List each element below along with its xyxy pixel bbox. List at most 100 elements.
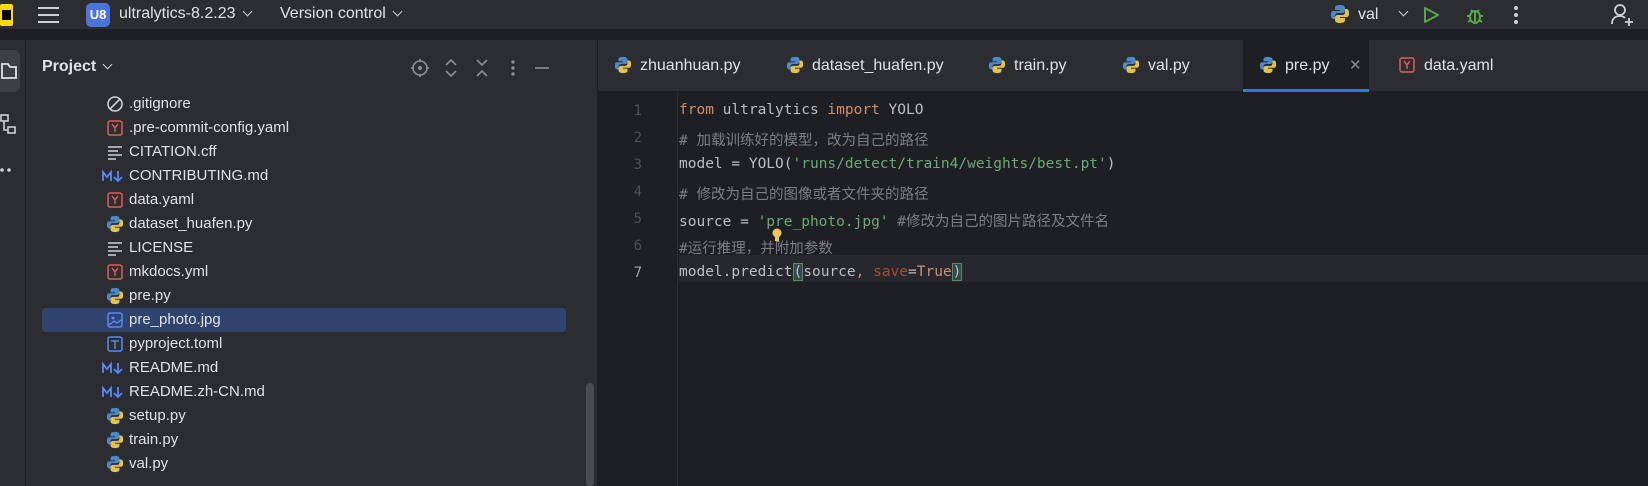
image-file-icon <box>107 312 123 328</box>
code-line-7: model.predict(source, save=True) <box>679 263 963 281</box>
chevron-down-icon <box>242 6 252 17</box>
python-file-icon <box>106 287 124 305</box>
tab-data-yaml[interactable]: data.yaml <box>1382 40 1512 92</box>
locate-file-icon[interactable] <box>410 58 430 78</box>
hide-panel-icon[interactable] <box>534 58 550 78</box>
line-number: 6 <box>633 238 642 254</box>
tab-val[interactable]: val.py <box>1106 40 1216 92</box>
tree-item-readme-zh[interactable]: README.zh-CN.md <box>42 380 566 404</box>
tree-item-label: CONTRIBUTING.md <box>129 167 269 184</box>
more-tools-icon[interactable] <box>0 162 20 176</box>
tree-item-train[interactable]: train.py <box>42 428 566 452</box>
tab-train[interactable]: train.py <box>972 40 1092 92</box>
yaml-file-icon <box>107 192 123 208</box>
tree-item-label: README.md <box>129 359 219 376</box>
tree-item-label: pre_photo.jpg <box>129 311 221 328</box>
code-line-3: model = YOLO('runs/detect/train4/weights… <box>679 156 1116 172</box>
intention-bulb-icon[interactable] <box>772 228 782 242</box>
structure-icon[interactable] <box>0 112 20 138</box>
toml-file-icon <box>107 336 123 352</box>
version-control-menu[interactable]: Version control <box>280 5 403 23</box>
code-line-1: from ultralytics import YOLO <box>679 102 924 118</box>
line-number: 1 <box>633 103 642 119</box>
line-number: 7 <box>633 265 642 281</box>
line-number: 4 <box>633 184 642 200</box>
editor-tabs: zhuanhuan.py dataset_huafen.py train.py … <box>598 40 1648 92</box>
tree-item-label: .gitignore <box>129 95 191 112</box>
add-user-icon[interactable] <box>1610 2 1636 32</box>
python-file-icon <box>1122 56 1140 74</box>
chevron-down-icon <box>102 59 113 70</box>
line-number: 3 <box>633 157 642 173</box>
python-file-icon <box>786 56 804 74</box>
chevron-down-icon <box>392 6 403 17</box>
debug-icon[interactable] <box>1464 4 1486 26</box>
tree-item-label: CITATION.cff <box>129 143 217 160</box>
code-line-4: # 修改为自己的图像或者文件夹的路径 <box>679 187 929 203</box>
tab-label: data.yaml <box>1424 57 1494 74</box>
tree-item-gitignore[interactable]: .gitignore <box>42 92 566 116</box>
title-bar: U8 ultralytics-8.2.23 Version control va… <box>0 0 1648 30</box>
tab-label: zhuanhuan.py <box>640 57 741 74</box>
yaml-file-icon <box>1399 57 1415 73</box>
tab-dataset-huafen[interactable]: dataset_huafen.py <box>770 40 966 92</box>
options-icon[interactable] <box>510 58 516 78</box>
tree-item-contributing[interactable]: CONTRIBUTING.md <box>42 164 566 188</box>
yaml-file-icon <box>107 120 123 136</box>
project-name: ultralytics-8.2.23 <box>119 5 236 22</box>
editor-area: zhuanhuan.py dataset_huafen.py train.py … <box>598 40 1648 486</box>
tree-item-label: setup.py <box>129 407 186 424</box>
project-panel-title: Project <box>42 58 97 75</box>
tab-zhuanhuan[interactable]: zhuanhuan.py <box>598 40 766 92</box>
tool-window-strip <box>0 40 26 486</box>
project-view-selector[interactable]: Project <box>42 58 113 76</box>
project-panel-header: Project <box>26 40 598 90</box>
tree-item-label: dataset_huafen.py <box>129 215 253 232</box>
yaml-file-icon <box>107 264 123 280</box>
python-file-icon <box>106 407 124 425</box>
tree-item-label: pre.py <box>129 287 171 304</box>
tab-label: pre.py <box>1285 57 1330 74</box>
python-file-icon <box>106 455 124 473</box>
main-menu-icon[interactable] <box>38 4 60 26</box>
tree-item-citation[interactable]: CITATION.cff <box>42 140 566 164</box>
markdown-file-icon <box>102 169 123 183</box>
tree-item-pyproject[interactable]: pyproject.toml <box>42 332 566 356</box>
close-tab-icon[interactable]: ✕ <box>1349 56 1362 74</box>
markdown-file-icon <box>102 361 123 375</box>
tree-scrollbar[interactable] <box>586 383 594 486</box>
tree-item-label: mkdocs.yml <box>129 263 209 280</box>
tree-item-pre-commit-config[interactable]: .pre-commit-config.yaml <box>42 116 566 140</box>
tree-item-setup[interactable]: setup.py <box>42 404 566 428</box>
tree-item-data-yaml[interactable]: data.yaml <box>42 188 566 212</box>
tree-item-pre-py[interactable]: pre.py <box>42 284 566 308</box>
tab-label: val.py <box>1148 57 1190 74</box>
run-config-selector[interactable]: val <box>1330 4 1420 26</box>
tree-item-pre-photo[interactable]: pre_photo.jpg <box>42 308 566 332</box>
tree-item-dataset-huafen[interactable]: dataset_huafen.py <box>42 212 566 236</box>
tab-label: dataset_huafen.py <box>812 57 944 74</box>
expand-all-icon[interactable] <box>442 58 460 78</box>
line-number-gutter: 1 2 3 4 5 6 7 <box>598 92 678 486</box>
tree-item-mkdocs[interactable]: mkdocs.yml <box>42 260 566 284</box>
tree-item-label: LICENSE <box>129 239 194 256</box>
tab-pre[interactable]: pre.py ✕ <box>1243 40 1369 92</box>
chevron-down-icon <box>1398 6 1409 17</box>
project-badge[interactable]: U8 <box>86 3 110 27</box>
tree-item-label: README.zh-CN.md <box>129 383 265 400</box>
project-tool-button[interactable] <box>0 50 20 92</box>
vcs-label: Version control <box>280 5 386 22</box>
text-file-icon <box>108 242 122 256</box>
code-line-2: # 加载训练好的模型，改为自己的路径 <box>679 133 929 149</box>
tree-item-license[interactable]: LICENSE <box>42 236 566 260</box>
folder-icon <box>1 63 17 79</box>
collapse-all-icon[interactable] <box>473 58 491 78</box>
more-actions-icon[interactable] <box>1514 6 1518 24</box>
tree-item-label: .pre-commit-config.yaml <box>129 119 290 136</box>
tree-item-val[interactable]: val.py <box>42 452 566 476</box>
app-logo-icon[interactable] <box>0 4 13 26</box>
tree-item-label: train.py <box>129 431 179 448</box>
tree-item-readme[interactable]: README.md <box>42 356 566 380</box>
code-editor[interactable]: from ultralytics import YOLO # 加载训练好的模型，… <box>679 92 1648 486</box>
project-selector[interactable]: ultralytics-8.2.23 <box>119 5 252 23</box>
